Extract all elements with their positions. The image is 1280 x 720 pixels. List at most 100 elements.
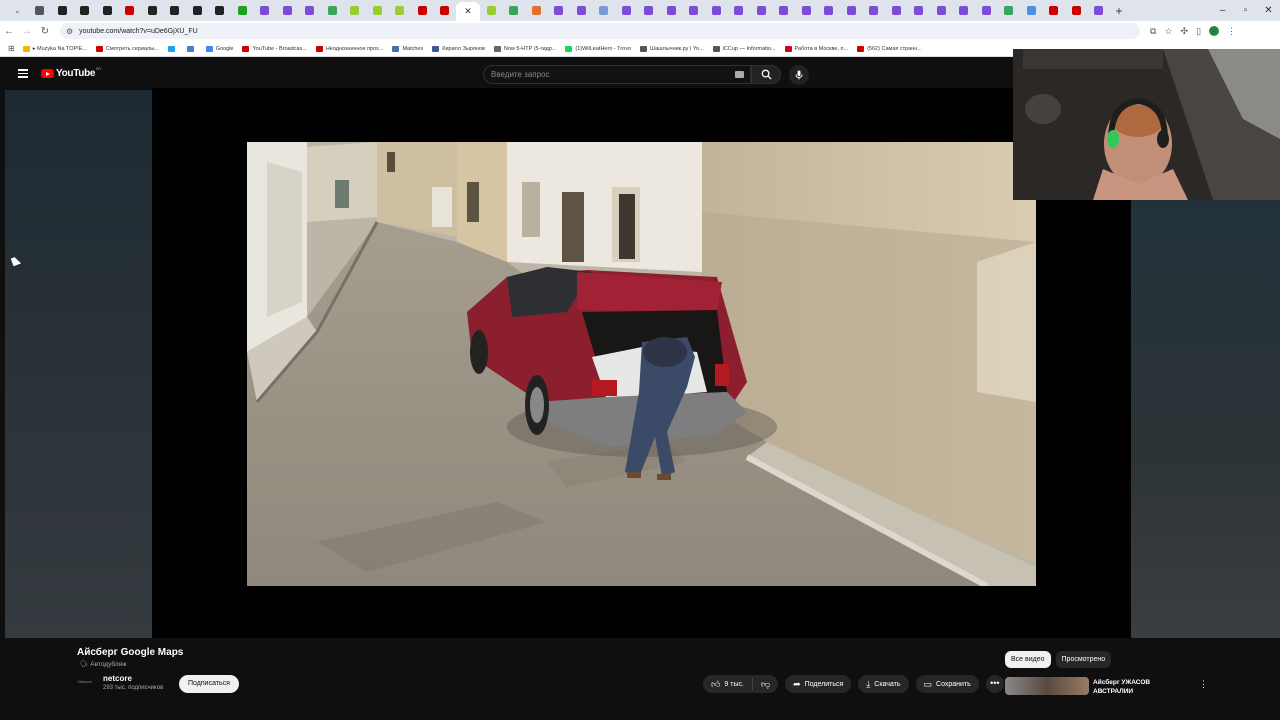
browser-tab[interactable]	[96, 2, 119, 19]
dislike-button[interactable]: 👎︎	[753, 675, 778, 693]
browser-tab[interactable]	[953, 2, 976, 19]
browser-tab[interactable]	[389, 2, 412, 19]
browser-tab[interactable]	[930, 2, 953, 19]
browser-tab[interactable]	[908, 2, 931, 19]
bookmark-item[interactable]: Now 5-HTP (5-гидр...	[493, 45, 556, 52]
browser-tab[interactable]	[975, 2, 998, 19]
bookmark-item[interactable]: (562) Самая странн...	[857, 45, 922, 52]
tab-list-button[interactable]: ⌄	[6, 2, 29, 19]
youtube-logo[interactable]: YouTube BY	[41, 66, 102, 79]
browser-tab[interactable]	[548, 2, 571, 19]
browser-tab[interactable]	[840, 2, 863, 19]
chip-watched[interactable]: Просмотрено	[1055, 651, 1112, 668]
sidebar-icon[interactable]: ▯	[1196, 26, 1201, 37]
chip-all-videos[interactable]: Все видео	[1005, 651, 1051, 668]
bookmark-item[interactable]: ▸ Muzyka Na TOP!E...	[22, 45, 87, 52]
browser-tab[interactable]	[480, 2, 503, 19]
browser-tab[interactable]	[74, 2, 97, 19]
subscribe-button[interactable]: Подписаться	[179, 675, 239, 693]
browser-tab[interactable]	[164, 2, 187, 19]
share-button[interactable]: ➦ Поделиться	[785, 675, 852, 693]
search-button[interactable]	[751, 65, 781, 84]
browser-tab[interactable]	[411, 2, 434, 19]
apps-grid-icon[interactable]: ⊞	[8, 44, 15, 53]
restore-button[interactable]: ▫	[1234, 0, 1257, 21]
voice-search-button[interactable]	[789, 65, 809, 85]
browser-tab[interactable]	[525, 2, 548, 19]
new-tab-button[interactable]: +	[1110, 4, 1128, 18]
browser-tab[interactable]	[773, 2, 796, 19]
bookmark-item[interactable]: Matches	[392, 45, 423, 52]
browser-menu-icon[interactable]: ⋮	[1227, 26, 1236, 37]
browser-tab[interactable]	[366, 2, 389, 19]
browser-tab[interactable]	[885, 2, 908, 19]
bookmark-item[interactable]: Смотреть сериалы...	[95, 45, 159, 52]
browser-tab[interactable]	[1065, 2, 1088, 19]
bookmark-star-icon[interactable]: ☆	[1164, 26, 1172, 37]
bookmark-item[interactable]	[167, 45, 178, 52]
bookmark-item[interactable]: iCCup — Informatio...	[712, 45, 776, 52]
browser-tab[interactable]	[1043, 2, 1066, 19]
url-field[interactable]: ⚙ youtube.com/watch?v=uDe6GjXU_FU	[60, 23, 1140, 39]
browser-tab[interactable]	[503, 2, 526, 19]
browser-tab[interactable]	[186, 2, 209, 19]
extensions-icon[interactable]: ✣	[1181, 26, 1189, 37]
bookmark-item[interactable]: (1)WilLeatHero - Trovo	[565, 45, 631, 52]
browser-tab[interactable]	[728, 2, 751, 19]
browser-tab[interactable]	[344, 2, 367, 19]
browser-tab[interactable]	[593, 2, 616, 19]
browser-tab[interactable]	[231, 2, 254, 19]
browser-tab[interactable]	[750, 2, 773, 19]
browser-tab[interactable]	[615, 2, 638, 19]
minimize-button[interactable]: –	[1211, 0, 1234, 21]
browser-tab[interactable]	[795, 2, 818, 19]
browser-tab[interactable]	[998, 2, 1021, 19]
search-input[interactable]: Введите запрос	[483, 65, 751, 84]
browser-tab[interactable]	[863, 2, 886, 19]
recommended-menu-icon[interactable]: ⋮	[1199, 679, 1208, 690]
browser-tab[interactable]	[51, 2, 74, 19]
video-player[interactable]	[152, 88, 1131, 638]
download-button[interactable]: ⤓ Скачать	[858, 675, 909, 693]
tab-active[interactable]: ✕	[456, 2, 480, 21]
recommended-thumbnail[interactable]	[1005, 677, 1089, 695]
channel-name[interactable]: netcore	[103, 674, 132, 683]
browser-tab[interactable]	[321, 2, 344, 19]
browser-tab[interactable]	[638, 2, 661, 19]
browser-tab[interactable]	[1088, 2, 1111, 19]
channel-avatar[interactable]: Netcore	[78, 675, 98, 689]
like-button[interactable]: 👍︎ 9 тыс.	[703, 675, 752, 693]
bookmark-item[interactable]: Шашлычник.ру | Yo...	[640, 45, 704, 52]
forward-button[interactable]: →	[18, 26, 36, 37]
back-button[interactable]: ←	[0, 26, 18, 37]
bookmark-item[interactable]	[186, 45, 197, 52]
browser-tab[interactable]	[276, 2, 299, 19]
browser-tab[interactable]	[660, 2, 683, 19]
save-button[interactable]: ▭ Сохранить	[915, 675, 979, 693]
install-icon[interactable]: ⧉	[1150, 26, 1156, 37]
browser-tab[interactable]	[818, 2, 841, 19]
browser-tab[interactable]	[299, 2, 322, 19]
bookmark-item[interactable]: Неоднозначное прох...	[315, 45, 383, 52]
browser-tab[interactable]	[119, 2, 142, 19]
browser-tab[interactable]	[434, 2, 457, 19]
browser-tab[interactable]	[683, 2, 706, 19]
profile-avatar[interactable]: K	[1209, 26, 1220, 36]
browser-tab[interactable]	[705, 2, 728, 19]
video-frame[interactable]	[247, 142, 1036, 586]
more-actions-button[interactable]: •••	[985, 675, 1004, 693]
keyboard-icon[interactable]	[735, 71, 744, 78]
browser-tab[interactable]	[141, 2, 164, 19]
recommended-title[interactable]: Айсберг УЖАСОВ АВСТРАЛИИ	[1093, 678, 1183, 696]
menu-icon[interactable]	[18, 69, 28, 78]
bookmark-item[interactable]: Кирилл Зырянов	[432, 45, 485, 52]
bookmark-item[interactable]: Работа в Москве, п...	[784, 45, 848, 52]
browser-tab[interactable]	[209, 2, 232, 19]
site-info-icon[interactable]: ⚙	[66, 27, 73, 36]
reload-button[interactable]: ↻	[36, 26, 54, 37]
browser-tab[interactable]	[254, 2, 277, 19]
browser-tab[interactable]	[29, 2, 52, 19]
close-tab-icon[interactable]: ✕	[464, 6, 472, 17]
close-window-button[interactable]: ✕	[1257, 0, 1280, 21]
browser-tab[interactable]	[570, 2, 593, 19]
